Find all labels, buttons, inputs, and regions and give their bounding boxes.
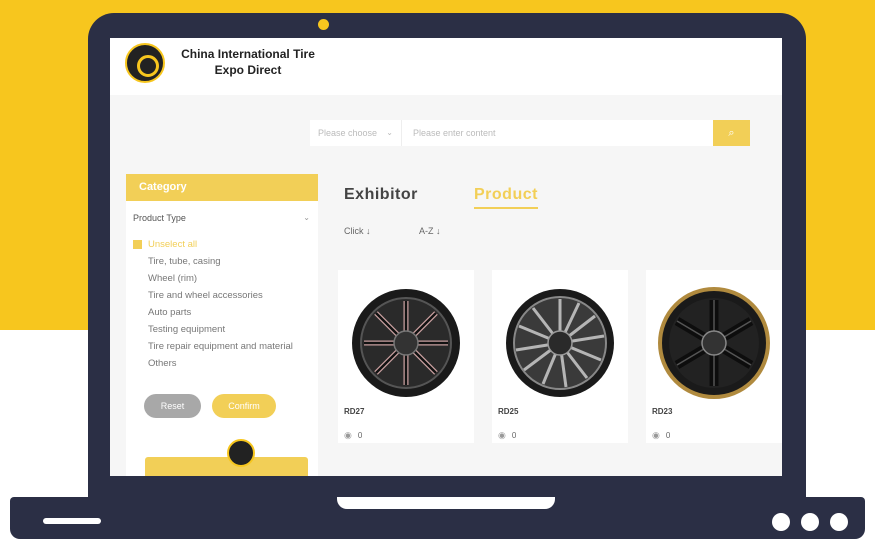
search-input[interactable] — [403, 120, 713, 146]
site-title: China International Tire Expo Direct — [181, 47, 315, 77]
product-views: ◉ 0 — [652, 430, 670, 441]
category-item-label: Tire, tube, casing — [148, 256, 221, 267]
product-type-dropdown[interactable]: Product Type ⌄ — [126, 208, 318, 228]
category-title: Category — [126, 174, 318, 201]
led-icon — [801, 513, 819, 531]
led-icon — [772, 513, 790, 531]
wheel-image — [506, 289, 614, 397]
view-count: 0 — [511, 431, 517, 440]
view-count: 0 — [357, 431, 363, 440]
chevron-down-icon: ⌄ — [386, 128, 393, 137]
category-item-label: Tire repair equipment and material — [148, 341, 293, 352]
search-icon: ⌕ — [728, 127, 735, 139]
category-sidebar: Category Product Type ⌄ Unselect all Tir… — [126, 174, 318, 476]
product-type-label: Product Type — [133, 213, 186, 223]
category-list: Unselect all Tire, tube, casing Wheel (r… — [133, 236, 318, 372]
checkbox-icon[interactable] — [133, 240, 142, 249]
product-name: RD25 — [498, 407, 519, 416]
wheel-image — [352, 289, 460, 397]
product-name: RD23 — [652, 407, 673, 416]
search-category-select[interactable]: Please choose ⌄ — [310, 120, 402, 146]
led-icon — [830, 513, 848, 531]
eye-icon: ◉ — [652, 430, 660, 440]
view-count: 0 — [665, 431, 671, 440]
category-item-auto-parts[interactable]: Auto parts — [133, 304, 318, 321]
product-card[interactable]: RD27 ◉ 0 — [338, 270, 474, 443]
wheel-image — [658, 287, 770, 399]
webcam-icon — [318, 19, 329, 30]
laptop-base-line — [43, 518, 101, 524]
main-tabs: Exhibitor Product — [344, 186, 774, 211]
category-item-unselect-all[interactable]: Unselect all — [133, 236, 318, 253]
tab-product[interactable]: Product — [474, 186, 538, 209]
search-select-placeholder: Please choose — [318, 128, 378, 138]
category-item-testing[interactable]: Testing equipment — [133, 321, 318, 338]
reset-button[interactable]: Reset — [144, 394, 201, 418]
eye-icon: ◉ — [498, 430, 506, 440]
eye-icon: ◉ — [344, 430, 352, 440]
product-grid: RD27 ◉ 0 RD25 ◉ 0 RD23 ◉ 0 — [338, 270, 782, 476]
category-item-label: Wheel (rim) — [148, 273, 198, 284]
category-item-label: Tire and wheel accessories — [148, 290, 263, 301]
product-views: ◉ 0 — [498, 430, 516, 441]
category-item-repair[interactable]: Tire repair equipment and material — [133, 338, 318, 355]
site-logo[interactable] — [125, 43, 165, 83]
laptop-screen: China International Tire Expo Direct Ple… — [110, 38, 782, 476]
promo-logo — [227, 439, 255, 467]
category-item-label: Auto parts — [148, 307, 192, 318]
category-item-label: Testing equipment — [148, 324, 226, 335]
product-views: ◉ 0 — [344, 430, 362, 441]
search-button[interactable]: ⌕ — [713, 120, 750, 146]
sidebar-promo-card[interactable] — [145, 457, 308, 476]
category-item-others[interactable]: Others — [133, 355, 318, 372]
search-bar: Please choose ⌄ ⌕ — [310, 120, 750, 146]
confirm-button[interactable]: Confirm — [212, 394, 276, 418]
tab-exhibitor[interactable]: Exhibitor — [344, 186, 418, 204]
category-item-wheel[interactable]: Wheel (rim) — [133, 270, 318, 287]
sort-by-az[interactable]: A-Z ↓ — [419, 226, 441, 236]
product-name: RD27 — [344, 407, 365, 416]
category-item-label: Unselect all — [148, 239, 198, 250]
laptop-notch — [337, 497, 555, 509]
product-card[interactable]: RD25 ◉ 0 — [492, 270, 628, 443]
product-card[interactable]: RD23 ◉ 0 — [646, 270, 782, 443]
chevron-down-icon: ⌄ — [303, 213, 310, 222]
category-item-accessories[interactable]: Tire and wheel accessories — [133, 287, 318, 304]
category-item-label: Others — [148, 358, 177, 369]
category-item-tire[interactable]: Tire, tube, casing — [133, 253, 318, 270]
sort-by-click[interactable]: Click ↓ — [344, 226, 371, 236]
site-header: China International Tire Expo Direct — [110, 38, 782, 95]
